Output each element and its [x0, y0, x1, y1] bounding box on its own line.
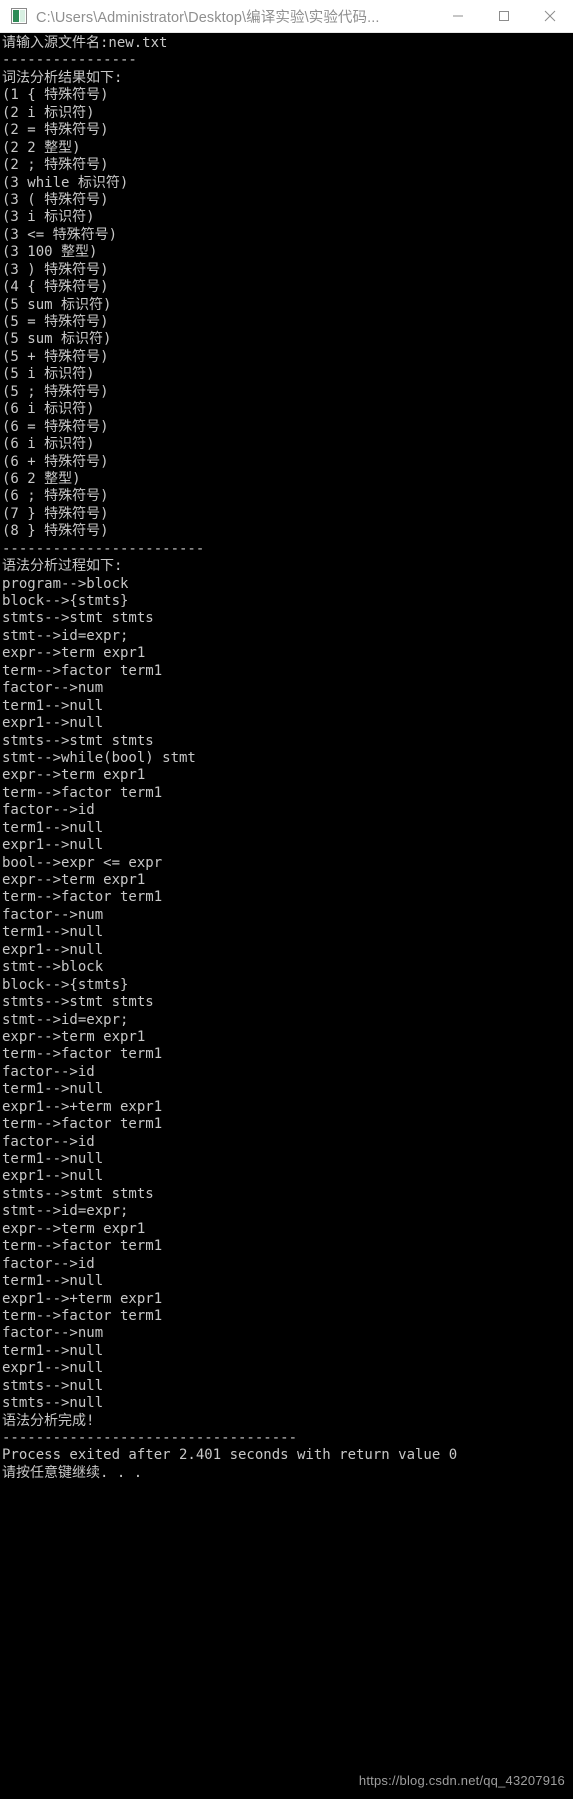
console-line: term1-->null	[2, 819, 104, 836]
app-icon	[11, 8, 27, 24]
console-line: (5 sum 标识符)	[2, 331, 112, 348]
console-line: (6 + 特殊符号)	[2, 453, 109, 470]
console-line: expr-->term expr1	[2, 645, 146, 662]
console-line: stmts-->stmt stmts	[2, 994, 154, 1011]
console-line: stmts-->stmt stmts	[2, 732, 154, 749]
console-line: (3 <= 特殊符号)	[2, 226, 118, 243]
console-line: (2 = 特殊符号)	[2, 122, 109, 139]
console-line: (2 2 整型)	[2, 139, 81, 156]
console-line: (6 = 特殊符号)	[2, 418, 109, 435]
title-bar: C:\Users\Administrator\Desktop\编译实验\实验代码…	[0, 0, 573, 33]
console-line: (4 { 特殊符号)	[2, 279, 109, 296]
console-line: ----------------	[2, 52, 137, 69]
console-line: 请输入源文件名:new.txt	[2, 35, 168, 51]
console-line: term1-->null	[2, 1342, 104, 1359]
console-line: term-->factor term1	[2, 889, 163, 906]
maximize-button[interactable]	[481, 0, 527, 32]
console-line: (8 } 特殊符号)	[2, 523, 109, 540]
console-line: (6 i 标识符)	[2, 436, 95, 453]
console-line: (6 2 整型)	[2, 470, 81, 487]
console-line: factor-->num	[2, 1325, 104, 1342]
console-line: Process exited after 2.401 seconds with …	[2, 1447, 458, 1464]
console-line: term1-->null	[2, 697, 104, 714]
console-line: -----------------------------------	[2, 1430, 298, 1446]
console-line: (5 + 特殊符号)	[2, 348, 109, 365]
console-line: (1 { 特殊符号)	[2, 87, 109, 104]
console-line: 词法分析结果如下:	[2, 69, 123, 86]
console-line: term-->factor term1	[2, 784, 163, 801]
close-button[interactable]	[527, 0, 573, 32]
console-line: term-->factor term1	[2, 1046, 163, 1063]
console-line: factor-->num	[2, 680, 104, 697]
console-line: stmt-->id=expr;	[2, 1203, 129, 1220]
console-line: term1-->null	[2, 1151, 104, 1167]
console-line: (2 i 标识符)	[2, 104, 95, 121]
console-line: block-->{stmts}	[2, 593, 129, 609]
console-window: C:\Users\Administrator\Desktop\编译实验\实验代码…	[0, 0, 573, 1799]
minimize-button[interactable]	[435, 0, 481, 32]
console-line: (3 while 标识符)	[2, 174, 129, 191]
console-line: term-->factor term1	[2, 1116, 163, 1133]
console-line: ------------------------	[2, 540, 205, 557]
console-line: 语法分析完成!	[2, 1412, 95, 1429]
console-line: 请按任意键继续. . .	[2, 1464, 143, 1481]
console-line: (3 100 整型)	[2, 244, 98, 261]
console-line: (3 i 标识符)	[2, 209, 95, 226]
console-line: term1-->null	[2, 1273, 104, 1290]
console-line: stmts-->stmt stmts	[2, 1185, 154, 1202]
console-line: expr1-->+term expr1	[2, 1290, 163, 1307]
console-line: (5 ; 特殊符号)	[2, 383, 109, 400]
console-line: (5 sum 标识符)	[2, 296, 112, 313]
console-line: factor-->id	[2, 1133, 95, 1150]
console-line: stmts-->stmt stmts	[2, 610, 154, 627]
console-line: expr1-->+term expr1	[2, 1098, 163, 1115]
console-line: factor-->num	[2, 906, 104, 923]
console-line: stmt-->while(bool) stmt	[2, 749, 196, 766]
console-line: (6 ; 特殊符号)	[2, 488, 109, 505]
console-line: (6 i 标识符)	[2, 401, 95, 418]
console-line: expr-->term expr1	[2, 872, 146, 888]
console-line: term1-->null	[2, 1081, 104, 1098]
watermark: https://blog.csdn.net/qq_43207916	[358, 1772, 565, 1788]
console-line: (3 ( 特殊符号)	[2, 191, 109, 208]
console-line: stmt-->id=expr;	[2, 1011, 129, 1028]
console-line: expr1-->null	[2, 837, 104, 854]
console-line: (5 i 标识符)	[2, 366, 95, 383]
console-line: term-->factor term1	[2, 662, 163, 679]
console-line: expr1-->null	[2, 1360, 104, 1377]
console-line: program-->block	[2, 575, 129, 592]
console-line: stmt-->block	[2, 959, 104, 976]
console-line: (3 ) 特殊符号)	[2, 261, 109, 278]
console-line: expr-->term expr1	[2, 1220, 146, 1237]
console-line: stmt-->id=expr;	[2, 627, 129, 644]
console-line: term-->factor term1	[2, 1238, 163, 1255]
console-line: (2 ; 特殊符号)	[2, 157, 109, 174]
console-line: (5 = 特殊符号)	[2, 314, 109, 330]
console-line: expr-->term expr1	[2, 767, 146, 784]
window-title: C:\Users\Administrator\Desktop\编译实验\实验代码…	[36, 9, 380, 26]
console-line: expr-->term expr1	[2, 1028, 146, 1045]
console-line: factor-->id	[2, 802, 95, 819]
console-line: stmts-->null	[2, 1377, 104, 1394]
console-line: term-->factor term1	[2, 1307, 163, 1324]
console-line: bool-->expr <= expr	[2, 854, 163, 871]
console-line: expr1-->null	[2, 941, 104, 958]
console-line: expr1-->null	[2, 1168, 104, 1185]
console-line: block-->{stmts}	[2, 976, 129, 993]
console-output[interactable]: 请输入源文件名:new.txt ---------------- 词法分析结果如下:…	[0, 33, 573, 1799]
console-line: (7 } 特殊符号)	[2, 505, 109, 522]
console-line: factor-->id	[2, 1063, 95, 1080]
console-line: factor-->id	[2, 1255, 95, 1272]
console-line: stmts-->null	[2, 1395, 104, 1412]
console-line: term1-->null	[2, 924, 104, 941]
window-controls	[435, 0, 573, 32]
console-line: expr1-->null	[2, 715, 104, 732]
console-line: 语法分析过程如下:	[2, 558, 123, 575]
